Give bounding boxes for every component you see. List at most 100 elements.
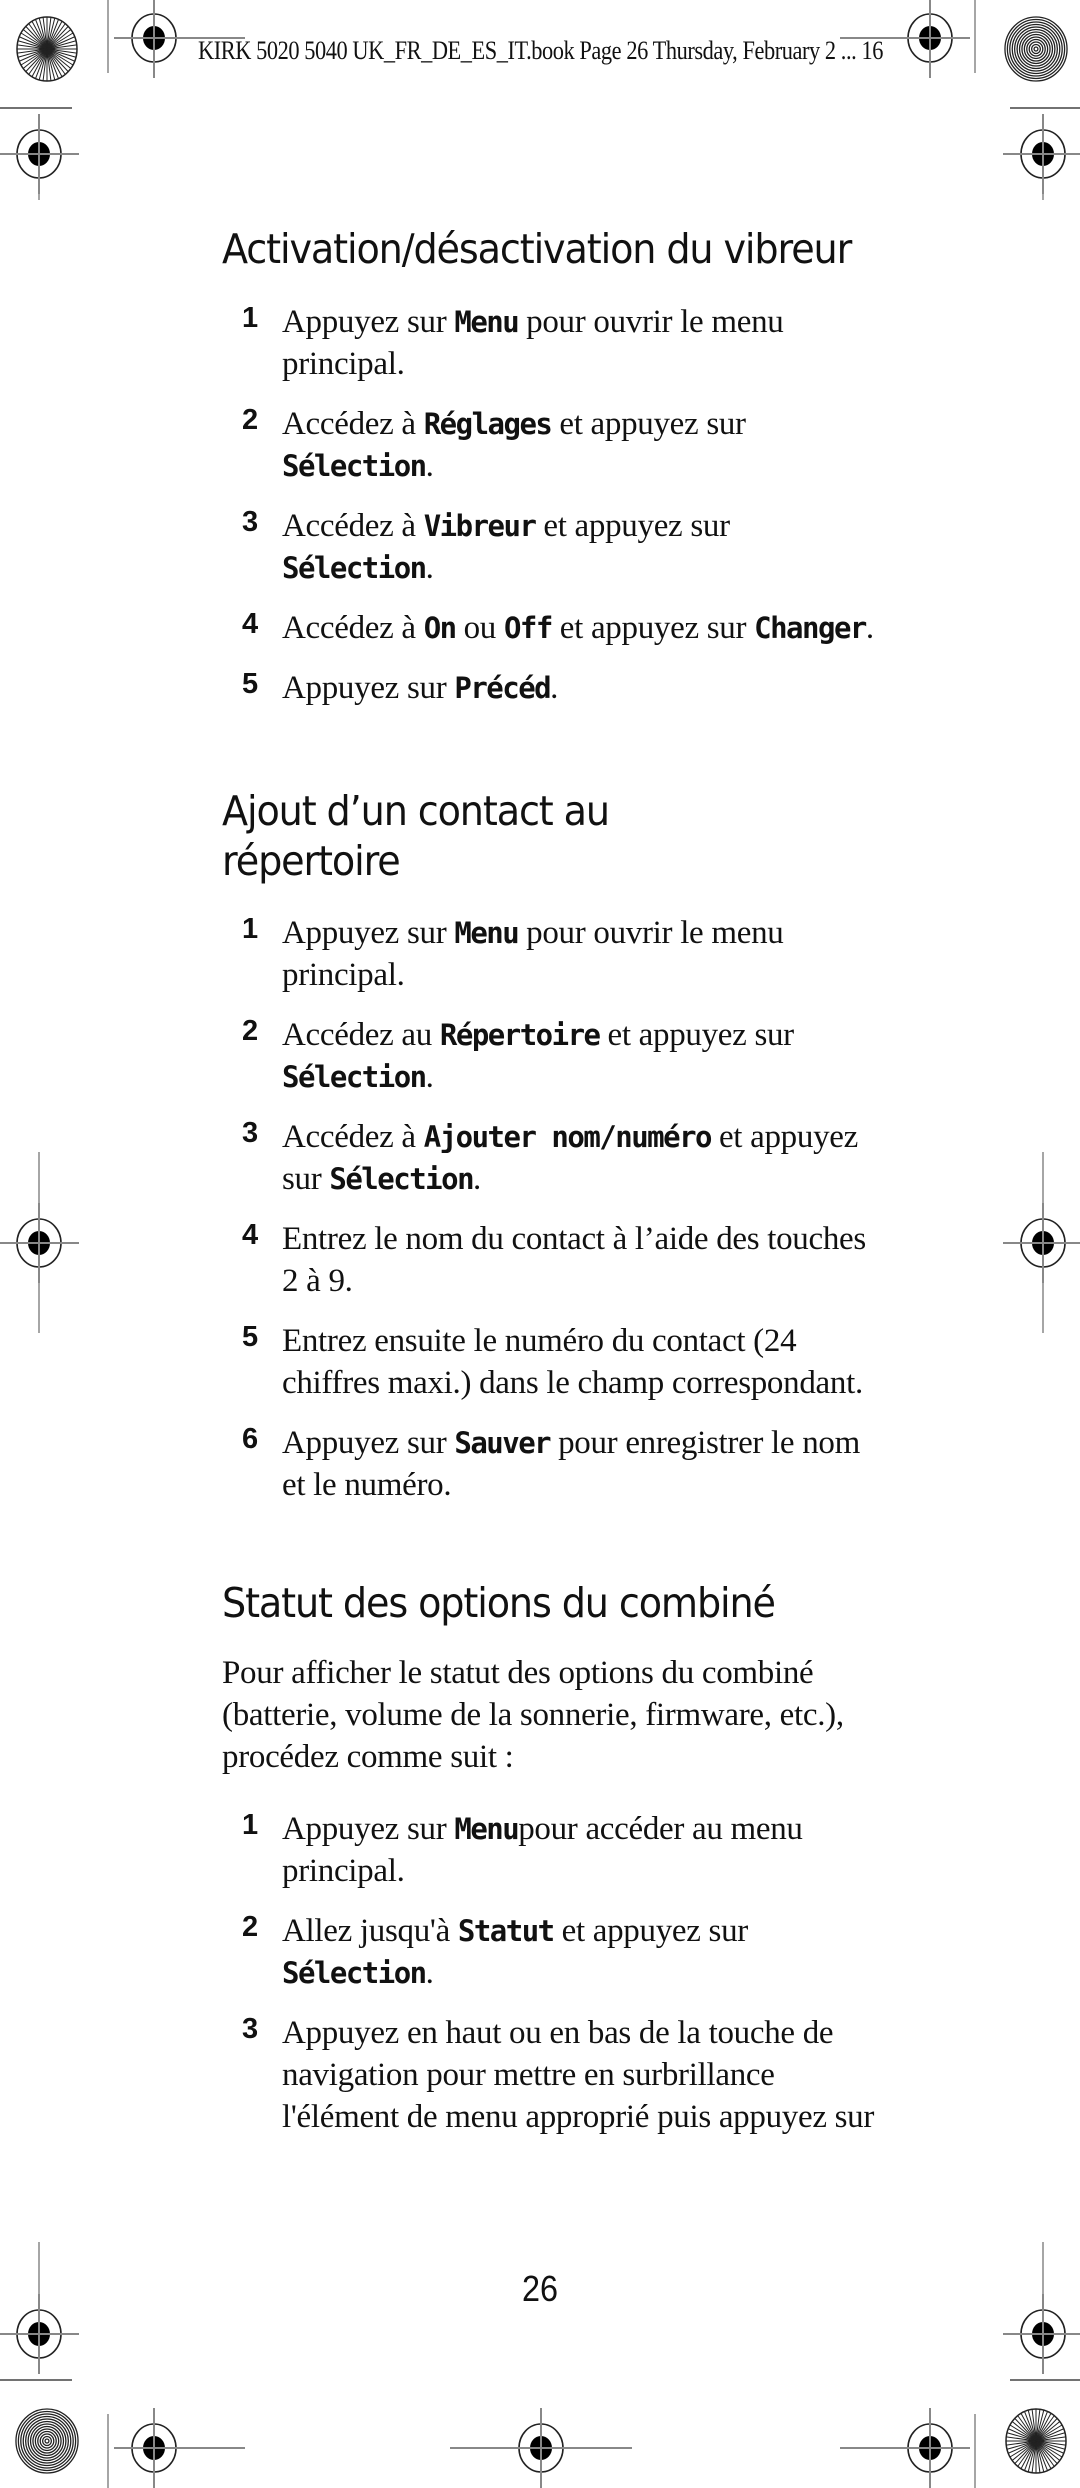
step-text-run: Appuyez sur [282,304,455,340]
step-item: 2 Accédez à Réglages et appuyez sur Sélec… [222,403,882,487]
step-text-run: . [425,550,434,586]
starburst-calibration-icon [16,16,78,82]
step-number: 1 [242,913,259,945]
step-number: 5 [242,668,259,700]
step-number: 3 [242,2013,259,2045]
handset-key-label: Statut [457,1914,555,1948]
step-text-run: et appuyez sur [551,610,755,646]
step-number: 2 [242,1015,259,1047]
step-text: Entrez ensuite le numéro du contact (24 … [282,1320,882,1404]
step-item: 5 Appuyez sur Précéd. [222,667,882,709]
section-title: Statut des options du combiné [222,1579,776,1627]
step-text: Accédez à Ajouter nom/numéro et appuyez … [282,1116,882,1200]
step-text-run: . [425,1955,434,1991]
step-text-run: Accédez à [282,1119,424,1155]
step-number: 1 [242,1809,259,1841]
concentric-rings-icon [1004,16,1068,82]
step-text-run: et appuyez sur [599,1017,794,1053]
handset-key-label: Menu [454,916,519,950]
step-number: 3 [242,506,259,538]
step-item: 2 Accédez au Répertoire et appuyez sur Sé… [222,1014,882,1098]
step-text-run: . [473,1161,481,1197]
step-text-run: Accédez au [282,1017,440,1053]
step-text-run: . [425,1059,434,1095]
handset-key-label: Précéd [454,671,551,705]
step-text-run: . [425,448,434,484]
step-number: 4 [242,1219,259,1251]
handset-key-label: Sélection [282,1060,427,1094]
step-text: Appuyez sur Menu pour ouvrir le menu pri… [282,912,882,996]
step-text-run: Appuyez sur [282,1811,455,1847]
step-text: Appuyez sur Précéd. [282,667,882,709]
step-text: Entrez le nom du contact à l’aide des to… [282,1218,882,1302]
step-item: 3 Accédez à Ajouter nom/numéro et appuyez… [222,1116,882,1200]
step-item: 3 Appuyez en haut ou en bas de la touche … [222,2012,882,2138]
step-item: 1 Appuyez sur Menu pour ouvrir le menu pr… [222,912,882,996]
crosshair-target-icon [1002,113,1080,195]
step-text: Appuyez sur Menu pour ouvrir le menu pri… [282,301,882,385]
handset-key-label: Menu [454,305,519,339]
step-text-run: ou [455,610,504,646]
step-text: Appuyez sur Sauver pour enregistrer le n… [282,1422,882,1506]
handset-key-label: Sélection [282,551,427,585]
step-text-run: Appuyez sur [282,670,455,706]
step-text-run: Entrez le nom du contact à l’aide des to… [282,1221,866,1299]
step-item: 4 Entrez le nom du contact à l’aide des t… [222,1218,882,1302]
starburst-calibration-icon [1005,2408,1067,2474]
step-item: 2 Allez jusqu'à Statut et appuyez sur Sél… [222,1910,882,1994]
handset-key-label: Réglages [423,407,553,441]
step-list: 1 Appuyez sur Menu pour ouvrir le menu pr… [222,301,882,709]
step-item: 6 Appuyez sur Sauver pour enregistrer le … [222,1422,882,1506]
step-text-run: Appuyez sur [282,1425,455,1461]
step-text-run: Accédez à [282,406,424,442]
step-text: Appuyez sur Menupour accéder au menu pri… [282,1808,882,1892]
step-text-run: Accédez à [282,610,424,646]
step-text-run: Entrez ensuite le numéro du contact (24 … [282,1323,863,1401]
step-text-run: Appuyez sur [282,915,455,951]
section-title: Activation/désactivation du vibreur [222,225,852,273]
step-text-run: et appuyez sur [535,508,730,544]
step-item: 1 Appuyez sur Menupour accéder au menu pr… [222,1808,882,1892]
section-title-line-1: Ajout d’un contact au [222,787,610,835]
step-list: 1 Appuyez sur Menu pour ouvrir le menu pr… [222,912,882,1506]
handset-key-label: Répertoire [439,1018,601,1052]
step-text: Appuyez en haut ou en bas de la touche d… [282,2012,882,2138]
step-text-run: Appuyez en haut ou en bas de la touche d… [282,2015,875,2135]
step-text-run: . [865,610,874,646]
step-text-run: Accédez à [282,508,424,544]
handset-key-label: Menu [454,1812,519,1846]
intro-paragraph: Pour afficher le statut des options du c… [222,1655,844,1775]
concentric-rings-icon [15,2408,79,2474]
handset-key-label: On [423,611,457,645]
handset-key-label: Ajouter nom/numéro [423,1120,713,1154]
step-number: 6 [242,1423,259,1455]
handset-key-label: Vibreur [423,509,537,543]
step-item: 4 Accédez à On ou Off et appuyez sur Chan… [222,607,882,649]
step-number: 3 [242,1117,259,1149]
page-number: 26 [521,2268,559,2309]
step-text-run: . [550,670,559,706]
step-text: Accédez à On ou Off et appuyez sur Chang… [282,607,882,649]
section-ajout-contact: Ajout d’un contact au répertoire 1 Appuye… [222,786,882,1506]
crosshair-target-icon [0,1202,80,1284]
step-text-run: et appuyez sur [553,1913,749,1949]
section-statut: Statut des options du combiné Pour affic… [222,1578,882,2138]
step-number: 5 [242,1321,259,1353]
crosshair-target-icon [1002,1202,1080,1284]
handset-key-label: Changer [754,611,867,645]
step-text: Accédez à Vibreur et appuyez sur Sélecti… [282,505,882,589]
step-item: 3 Accédez à Vibreur et appuyez sur Sélect… [222,505,882,589]
step-text-run: Allez jusqu'à [282,1913,458,1949]
step-number: 2 [242,1911,259,1943]
section-vibreur: Activation/désactivation du vibreur 1 App… [222,224,882,709]
step-number: 1 [242,302,259,334]
step-item: 1 Appuyez sur Menu pour ouvrir le menu pr… [222,301,882,385]
step-number: 4 [242,608,259,640]
step-text-run: et appuyez sur [551,406,746,442]
step-text: Accédez au Répertoire et appuyez sur Sél… [282,1014,882,1098]
handset-key-label: Off [503,611,553,645]
step-text: Accédez à Réglages et appuyez sur Sélect… [282,403,882,487]
section-title-line-2: répertoire [222,837,401,885]
handset-key-label: Sauver [454,1426,551,1460]
step-item: 5 Entrez ensuite le numéro du contact (24… [222,1320,882,1404]
